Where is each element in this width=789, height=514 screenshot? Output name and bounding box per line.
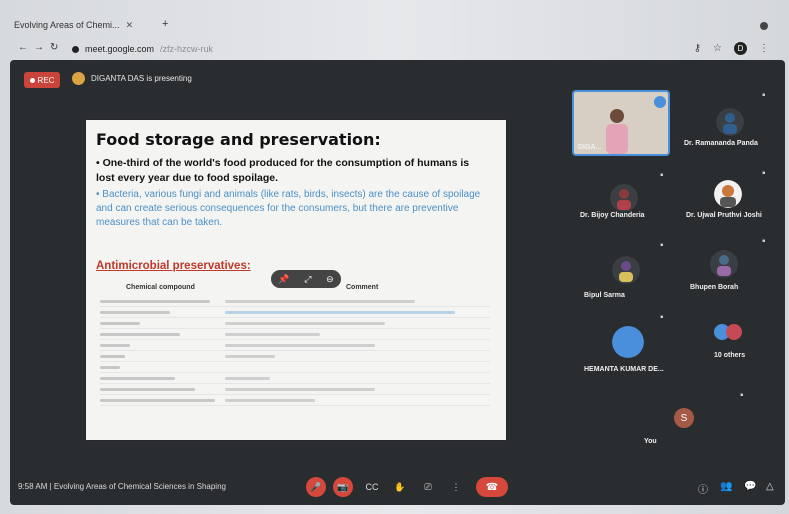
back-icon[interactable]: ← [18,42,28,53]
tile-more-icon[interactable]: ▪ [660,240,664,251]
table-row [100,318,490,329]
info-icon[interactable]: ⓘ [698,481,708,496]
participant-avatar [710,250,738,278]
table-row [100,329,490,340]
participant-name: Dr. Ujwal Pruthvi Joshi [686,212,762,219]
presenter-avatar [72,72,85,85]
presenter-banner: DIGANTA DAS is presenting [72,72,192,85]
screen: Evolving Areas of Chemi... ✕ + ← → ↻ mee… [0,0,789,514]
participant-avatar [612,326,644,358]
key-icon[interactable]: ⚷ [694,43,701,54]
other-avatar [726,324,742,340]
reload-icon[interactable]: ↻ [50,42,58,53]
table-row [100,362,490,373]
new-tab-button[interactable]: + [162,18,168,30]
table-row [100,340,490,351]
pin-icon[interactable]: 📌 [278,274,289,285]
participant-name: Dr. Ramananda Panda [684,140,758,147]
forward-icon[interactable]: → [34,42,44,53]
table-column-comment: Comment [346,284,379,291]
url-path: /zfz-hzcw-ruk [160,44,214,54]
participant-avatar [612,256,640,284]
table-row [100,307,490,318]
speaking-indicator-icon [654,96,666,108]
others-group[interactable] [714,322,754,342]
activities-icon[interactable]: △ [766,481,774,492]
slide-bullet-1: • One-third of the world's food produced… [96,157,470,184]
url-field[interactable]: meet.google.com /zfz-hzcw-ruk [72,41,672,57]
remove-icon[interactable]: ⊖ [326,274,334,285]
address-bar-row: ← → ↻ meet.google.com /zfz-hzcw-ruk ⚷ ☆ … [0,38,789,60]
account-avatar[interactable]: D [734,42,747,55]
table-row [100,395,490,406]
record-dot-icon [29,77,35,83]
table-row [100,296,490,307]
presentation-controls: 📌 ⤢ ⊖ [271,270,341,288]
tile-more-icon[interactable]: ▪ [762,168,766,179]
table-row [100,384,490,395]
browser-right-icons: ⚷ ☆ D ⋮ [694,42,769,55]
participant-name: DIGA... [578,144,602,151]
meet-bottom-bar: 9:58 AM | Evolving Areas of Chemical Sci… [10,470,785,506]
participant-name: 10 others [714,352,746,359]
browser-menu-icon[interactable]: ⋮ [759,43,769,54]
participant-name: Bipul Sarma [584,292,625,299]
participant-avatar [716,108,744,136]
tile-more-icon[interactable]: ▪ [660,170,664,181]
participant-name: Dr. Bijoy Chanderia [580,212,645,219]
presenter-text: DIGANTA DAS is presenting [91,74,192,83]
tile-more-icon[interactable]: ▪ [740,390,744,401]
tab-title: Evolving Areas of Chemi... [14,20,120,30]
self-initial: S [680,412,688,424]
table-column-compound: Chemical compound [126,284,195,291]
self-avatar: S [674,408,694,428]
camera-off-button[interactable]: 📷 [333,477,353,497]
presentation-slide: Food storage and preservation: • One-thi… [86,120,506,440]
window-menu-icon[interactable] [760,22,768,30]
lock-icon [72,45,79,53]
rec-label: REC [37,75,55,85]
mic-off-button[interactable]: 🎤 [306,477,326,497]
participant-name: HEMANTA KUMAR DE... [584,366,664,373]
preservatives-table [100,296,490,406]
meeting-info: 9:58 AM | Evolving Areas of Chemical Sci… [18,482,226,491]
participant-name: You [644,438,657,445]
recording-badge: REC [24,72,60,88]
more-options-button[interactable]: ⋮ [446,477,466,497]
url-host: meet.google.com [85,44,155,54]
people-icon[interactable]: 👥 [720,481,732,492]
star-icon[interactable]: ☆ [713,43,722,54]
tile-more-icon[interactable]: ▪ [660,312,664,323]
browser-tab-bar: Evolving Areas of Chemi... ✕ + [0,10,789,36]
tile-more-icon[interactable]: ▪ [762,90,766,101]
table-row [100,351,490,362]
expand-icon[interactable]: ⤢ [304,274,311,285]
meet-window: REC DIGANTA DAS is presenting Food stora… [10,60,785,505]
slide-subheading: Antimicrobial preservatives: [96,260,251,272]
close-tab-icon[interactable]: ✕ [126,20,134,31]
present-button[interactable]: ⎚ [418,477,438,497]
slide-bullet-2: • Bacteria, various fungi and animals (l… [96,189,481,228]
person-video-icon [606,109,628,154]
slide-title: Food storage and preservation: [96,130,381,149]
raise-hand-button[interactable]: ✋ [390,477,410,497]
tile-more-icon[interactable]: ▪ [762,236,766,247]
participant-name: Bhupen Borah [690,284,739,291]
participant-avatar [610,184,638,212]
chat-icon[interactable]: 💬 [744,481,756,492]
table-row [100,373,490,384]
participant-avatar [714,180,742,208]
end-call-button[interactable]: ☎ [476,477,508,497]
captions-button[interactable]: CC [362,477,382,497]
browser-tab[interactable]: Evolving Areas of Chemi... ✕ [14,16,154,34]
